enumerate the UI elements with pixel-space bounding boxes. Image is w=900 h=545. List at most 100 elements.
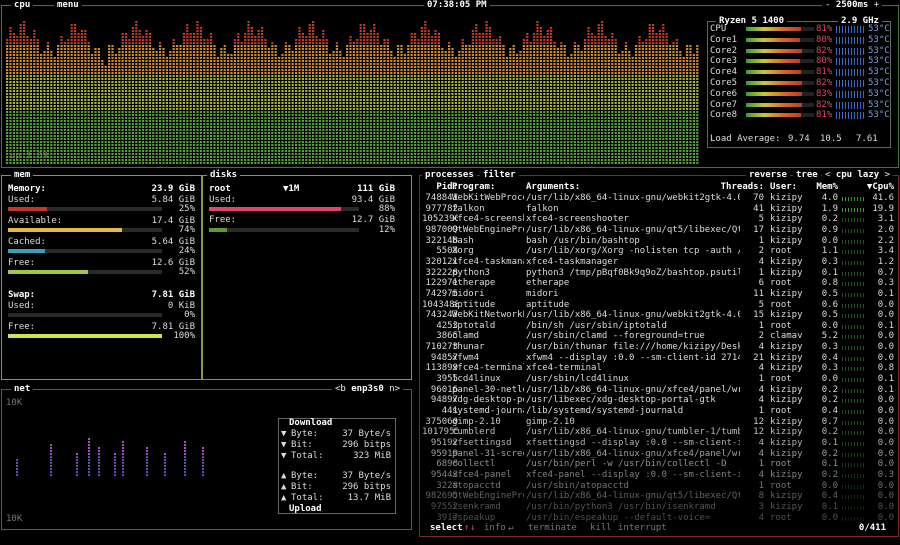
core-usage-bar [746,91,814,96]
col-mem[interactable]: Mem% [812,182,838,193]
disk-used-pct: 88% [378,204,395,214]
net-tab[interactable]: net [11,383,34,395]
process-user: kizipy [770,416,803,427]
core-usage-bar [746,27,814,31]
col-user[interactable]: User: [770,182,797,193]
process-row[interactable]: 322228 python3 python3 /tmp/pBqf0Bk9q9oZ/b… [420,268,898,279]
net-stat-arrow: ▲ [281,471,287,481]
process-mem: 0.1 [821,501,838,512]
process-row[interactable]: 1043488 aptitude aptitude 5 root 0.6 0.0 [420,300,898,311]
process-row[interactable]: 977782 falkon falkon 41 kizipy 1.9 19.9 [420,204,898,215]
process-cpu-graph [842,207,866,212]
process-row[interactable]: 3955 lcd4linux/usr/sbin/lcd4linux 1 root 0.0… [420,374,898,385]
process-row[interactable]: 748841 WebKitWebProce/usr/lib/x86_64-linu… [420,193,898,204]
process-row[interactable]: 982695 QtWebEnginePro/usr/lib/x86_64-linu… [420,491,898,502]
process-cpu-graph [842,356,866,361]
process-row[interactable]: 96016 panel-30-netlo/usr/lib/x86_64-linux… [420,385,898,396]
interval-control[interactable]: - 2500ms + [822,0,883,11]
tree-tab[interactable]: tree [793,169,821,181]
core-usage-bar [746,102,814,107]
reverse-tab[interactable]: reverse [746,169,790,181]
core-name: Core7 [710,99,738,110]
col-args[interactable]: Arguments: [526,182,580,193]
sort-selector[interactable]: < cpu lazy > [822,169,894,181]
filter-tab[interactable]: filter [480,169,519,181]
process-args: /usr/sbin/atopacctd [526,480,629,491]
enter-icon: ↵ [508,523,514,533]
process-cpu: 0.0 [877,512,894,523]
process-args: gimp-2.10 [526,416,575,427]
process-cpu: 0.0 [877,459,894,470]
interval-minus-button[interactable]: - [825,0,830,10]
interrupt-button[interactable]: interrupt [618,523,667,533]
process-row[interactable]: 5508 Xorg/usr/lib/xorg/Xorg -nolisten tcp… [420,246,898,257]
process-row[interactable]: 4253 iptotald/bin/sh /usr/sbin/iptotald 1 r… [420,321,898,332]
process-threads: 4 [758,448,764,459]
process-row[interactable]: 743247 WebKitNetworkP/usr/lib/x86_64-linu… [420,310,898,321]
core-temp-graph [836,101,864,109]
process-row[interactable]: 95919 panel-31-scree/usr/lib/x86_64-linux… [420,449,898,460]
process-row[interactable]: 742975 midori midori 11 kizipy 0.5 0.1 [420,289,898,300]
col-cpu[interactable]: ▼Cpu% [866,182,894,193]
process-cpu: 0.8 [877,363,894,374]
net-iface: enp3s0 [351,384,384,394]
process-row[interactable]: 441 systemd-journa/lib/systemd/systemd-jo… [420,406,898,417]
net-prev-button[interactable]: <b [335,384,346,394]
cpu-tab[interactable]: cpu [11,0,34,11]
col-threads[interactable]: Threads: [720,182,764,193]
process-row[interactable]: 3228 atopacctd/usr/sbin/atopacctd 1 root 0.0… [420,481,898,492]
process-row[interactable]: 113899 xfce4-terminal xfce4-terminal 4 kizip… [420,363,898,374]
process-program: collectl [452,459,496,470]
process-row[interactable]: 3865 clamd/usr/sbin/clamd --foreground=tr… [420,331,898,342]
process-mem: 0.0 [821,235,838,246]
process-user: kizipy [770,469,803,480]
process-row[interactable]: 1052390 xfce4-screensh xfce4-screenshooter… [420,214,898,225]
process-threads: 2 [758,331,764,342]
process-row[interactable]: 3917 espeakup/usr/bin/espeakup --default-… [420,513,898,524]
core-pct: 82% [816,99,833,110]
process-cpu: 0.0 [877,395,894,406]
process-row[interactable]: 97552 isenkramd/usr/bin/python3 /usr/bin/… [420,502,898,513]
process-program: WebKitWebProce [452,193,524,203]
core-temp-graph [836,90,864,98]
processes-tab[interactable]: processes [422,169,477,181]
process-row[interactable]: 94857 xfwm4 xfwm4 --display :0.0 --sm-clie… [420,353,898,364]
process-row[interactable]: 122971 etherape etherape 6 root 0.8 0.3 [420,278,898,289]
process-program: bash [452,235,474,246]
process-user: kizipy [770,214,803,225]
mem-tab[interactable]: mem [11,169,34,181]
terminate-button[interactable]: terminate [528,523,577,533]
process-row[interactable]: 375060 gimp-2.10 gimp-2.10 12 kizipy 0.7 0.0 [420,417,898,428]
select-up-button[interactable]: ↑ [464,523,469,533]
select-down-button[interactable]: ↓ [470,523,475,533]
process-cpu: 0.0 [877,416,894,427]
net-top-scale: 10K [6,398,23,408]
sort-prev-button[interactable]: < [825,170,830,180]
core-row: Core8 81% 53°C [710,110,890,120]
col-program[interactable]: Program: [452,182,495,193]
process-row[interactable]: 95443 xfce4-panel xfce4-panel --display :0… [420,470,898,481]
kill-button[interactable]: kill [590,523,612,533]
net-stat-value: 323 MiB [353,451,391,461]
sort-next-button[interactable]: > [885,170,890,180]
interval-plus-button[interactable]: + [874,0,879,10]
disk-free-bar [209,228,359,232]
process-row[interactable]: 987009 QtWebEnginePro/usr/lib/x86_64-linu… [420,225,898,236]
process-row[interactable]: 320121 xfce4-taskmana xfce4-taskmanager 4 ki… [420,257,898,268]
process-threads: 4 [758,395,764,406]
process-mem: 0.9 [821,224,838,235]
process-row[interactable]: 6898 collectl/usr/bin/perl -w /usr/bin/co… [420,459,898,470]
core-usage-bar [746,59,814,64]
disks-tab[interactable]: disks [207,169,241,181]
process-row[interactable]: 95192 xfsettingsd xfsettingsd --display :0… [420,438,898,449]
menu-tab[interactable]: menu [54,0,82,11]
process-row[interactable]: 710273 thunar/usr/bin/thunar file:///home… [420,342,898,353]
net-next-button[interactable]: n> [389,384,400,394]
process-program: systemd-journa [452,406,524,416]
info-button[interactable]: info [484,523,506,533]
process-row[interactable]: 1017955 tumblerd/usr/lib/x86_64-linux-gnu… [420,427,898,438]
process-args: xfce4-panel --display :0.0 --sm-client-i… [526,469,740,480]
process-row[interactable]: 322148 bash bash /usr/bin/bashtop 1 kizipy 0.… [420,236,898,247]
process-row[interactable]: 94897 xdg-desktop-po/usr/libexec/xdg-desk… [420,395,898,406]
net-stat-label: Bit: [291,482,313,492]
